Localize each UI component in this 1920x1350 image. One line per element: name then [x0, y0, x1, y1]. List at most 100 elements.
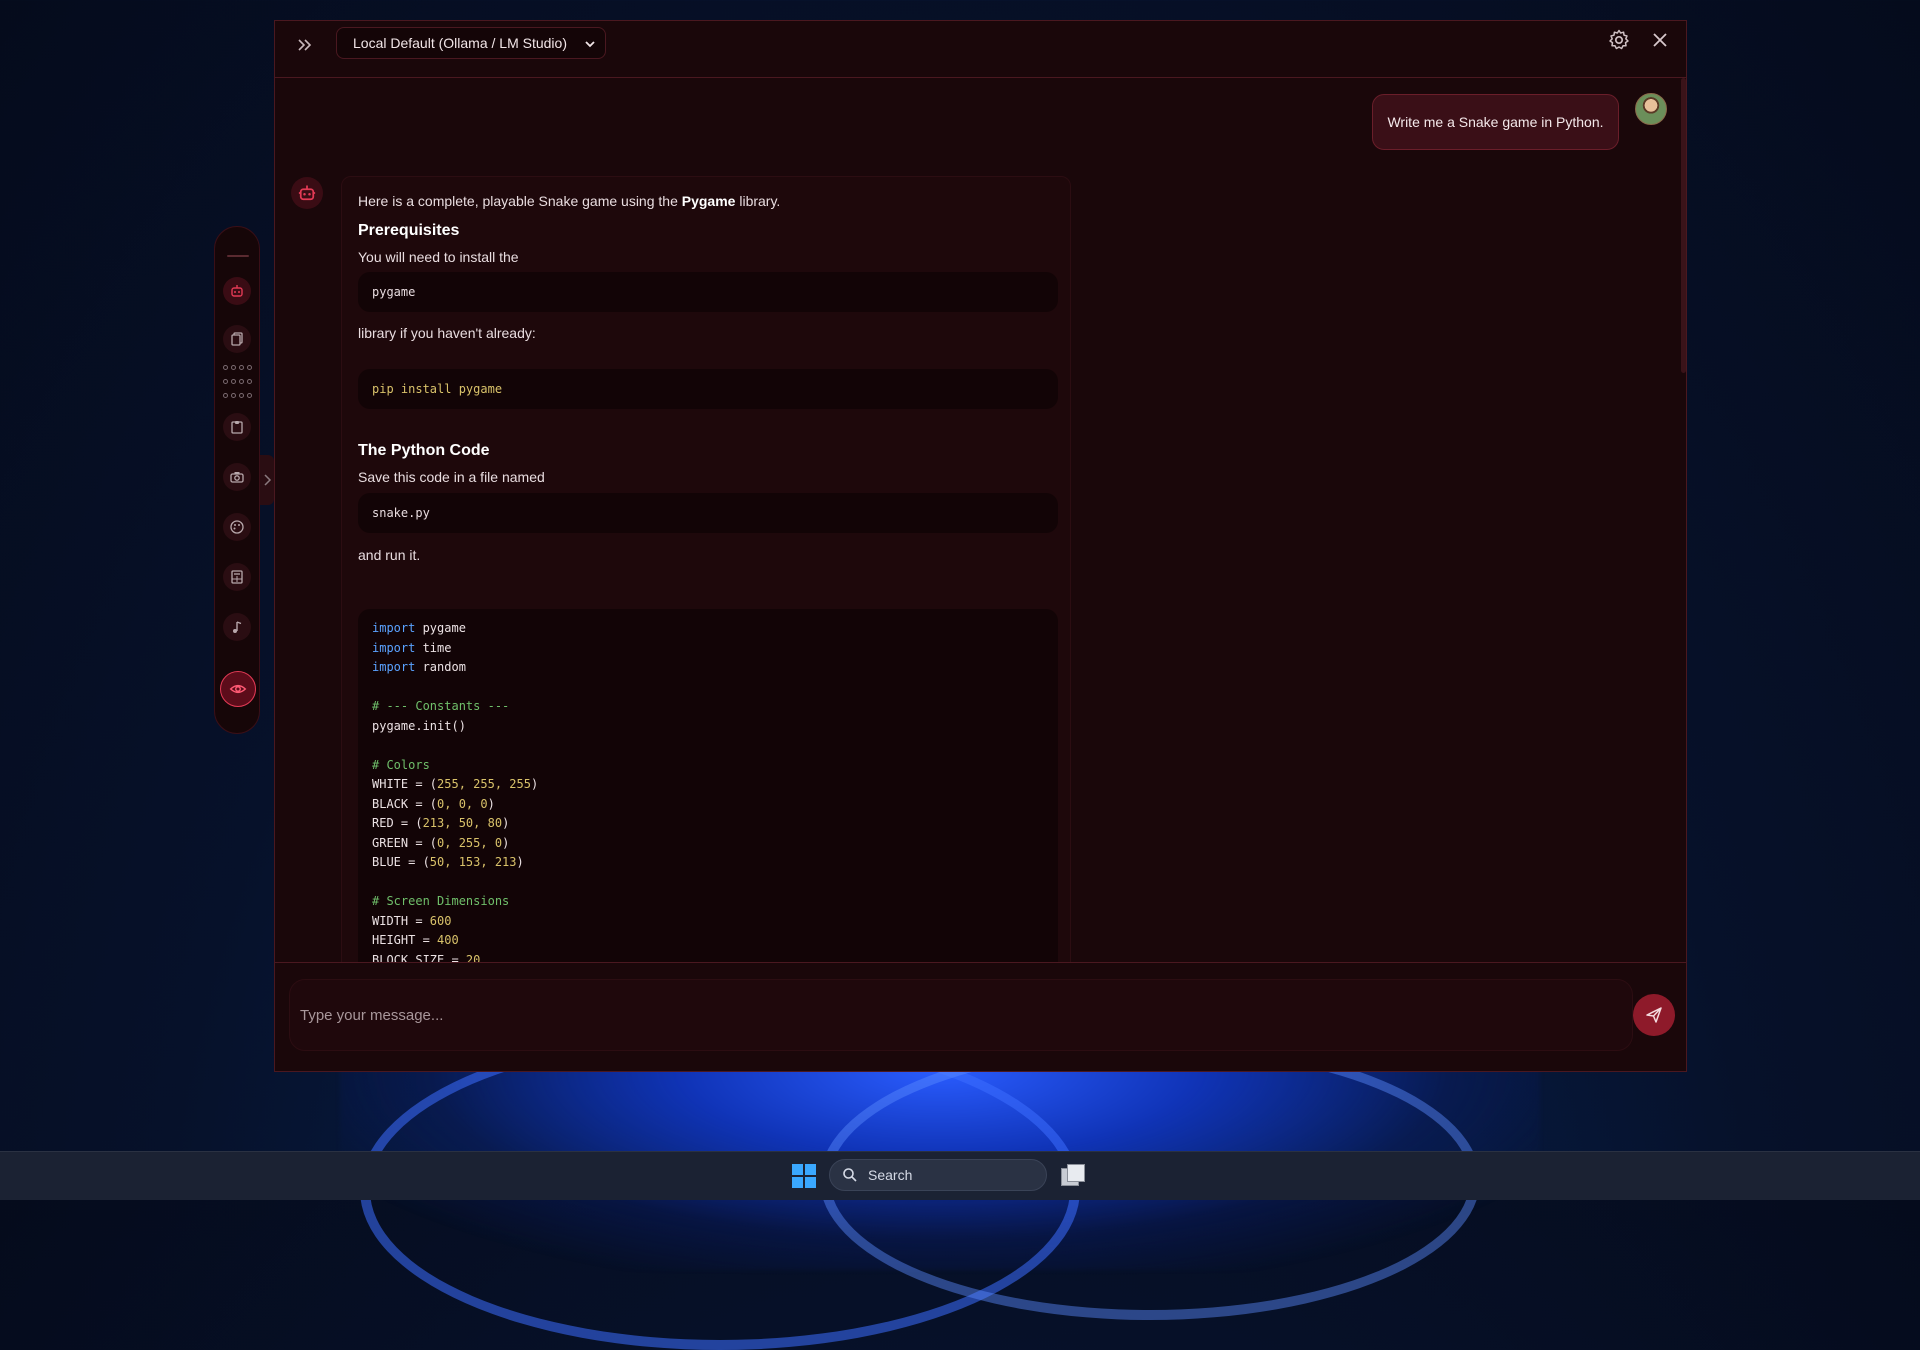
toolbar-expand-tab[interactable] [260, 455, 274, 505]
windows-start-icon[interactable] [792, 1164, 816, 1188]
code-line: BLOCK_SIZE = 20 [372, 951, 1044, 963]
intro-text-part: Here is a complete, playable Snake game … [358, 193, 682, 209]
code-line: WIDTH = 600 [372, 912, 1044, 932]
code-line: import random [372, 658, 1044, 678]
chat-history[interactable]: Write me a Snake game in Python. Here is… [275, 78, 1686, 962]
intro-bold: Pygame [681, 193, 736, 209]
code-token: BLOCK_SIZE = [372, 952, 466, 963]
calculator-icon [231, 570, 243, 584]
robot-icon [231, 285, 243, 297]
python-code-heading: The Python Code [358, 442, 490, 459]
taskbar-search-label: Search [868, 1167, 913, 1183]
close-button[interactable] [1649, 29, 1671, 51]
send-button[interactable] [1633, 994, 1675, 1036]
taskbar-search[interactable]: Search [829, 1159, 1047, 1191]
music-note-icon [233, 621, 242, 633]
vision-toggle-button[interactable] [220, 671, 256, 707]
send-icon [1646, 1007, 1662, 1023]
double-chevron-right-icon [298, 39, 312, 51]
code-snippet: pygame [358, 272, 1058, 312]
code-token: 600 [429, 913, 452, 928]
prereq-text: You will need to install the [358, 249, 519, 265]
code-token: random [415, 660, 466, 674]
code-line: # Colors [372, 756, 1044, 776]
assistant-avatar [291, 177, 323, 209]
message-input[interactable] [289, 979, 1633, 1051]
install-command-text: pip install pygame [372, 382, 503, 396]
scrollbar-thumb[interactable] [1681, 78, 1686, 373]
screenshot-tool-button[interactable] [223, 463, 251, 491]
code-token: ) [516, 855, 524, 869]
code-token: WHITE = ( [372, 777, 438, 791]
toolbar-grip[interactable] [227, 255, 249, 257]
theme-tool-button[interactable] [223, 513, 251, 541]
filename-snippet: snake.py [358, 493, 1058, 533]
user-message-bubble: Write me a Snake game in Python. [1372, 94, 1619, 150]
input-bar [275, 962, 1686, 1073]
chat-scrollbar[interactable] [1681, 78, 1686, 962]
code-line: WHITE = (255, 255, 255) [372, 775, 1044, 795]
code-line: GREEN = (0, 255, 0) [372, 834, 1044, 854]
code-token: # Screen Dimensions [372, 894, 510, 908]
robot-icon [298, 185, 316, 201]
code-token: pygame.init() [372, 718, 466, 733]
gear-icon [1609, 29, 1629, 50]
code-line: # --- Constants --- [372, 697, 1044, 717]
code-token: ) [487, 796, 495, 811]
palette-icon [230, 520, 244, 534]
run-text: and run it. [358, 547, 421, 563]
code-token: ) [530, 777, 539, 791]
code-token: 400 [437, 933, 459, 947]
user-avatar [1635, 93, 1667, 125]
code-token: 50, 153, 213 [429, 855, 517, 869]
code-line: # Screen Dimensions [372, 892, 1044, 912]
settings-button[interactable] [1607, 28, 1631, 52]
intro-text: Here is a complete, playable Snake game … [358, 193, 780, 209]
clipboard-icon [231, 421, 243, 434]
code-line: pygame.init() [372, 717, 1044, 737]
code-token: 0, 255, 0 [437, 835, 503, 850]
prereq-text-2: library if you haven't already: [358, 325, 536, 341]
music-tool-button[interactable] [223, 613, 251, 641]
install-command: pip install pygame [358, 369, 1058, 409]
chevron-right-icon [264, 474, 272, 486]
camera-icon [230, 472, 244, 483]
calculator-tool-button[interactable] [223, 563, 251, 591]
model-select[interactable]: Local Default (Ollama / LM Studio) [336, 27, 606, 59]
code-token: WIDTH = [372, 913, 430, 928]
python-code-block[interactable]: import pygame import time import random # … [358, 609, 1058, 962]
copy-tool-button[interactable] [223, 325, 251, 353]
user-message-text: Write me a Snake game in Python. [1387, 114, 1604, 130]
code-token: RED = ( [372, 816, 423, 830]
assistant-tool-button[interactable] [223, 277, 251, 305]
code-token: ) [502, 816, 510, 830]
code-line: import time [372, 639, 1044, 659]
code-token: time [415, 640, 452, 655]
model-select-value: Local Default (Ollama / LM Studio) [353, 35, 567, 51]
code-line: BLACK = (0, 0, 0) [372, 795, 1044, 815]
assistant-message: Here is a complete, playable Snake game … [341, 176, 1071, 962]
close-icon [1653, 33, 1667, 47]
expand-sidebar-button[interactable] [293, 33, 317, 57]
code-token: # Colors [372, 757, 430, 772]
code-token: GREEN = ( [372, 835, 438, 850]
code-token: 255, 255, 255 [437, 777, 531, 791]
grid-drag-handle[interactable] [223, 365, 255, 405]
code-line: RED = (213, 50, 80) [372, 814, 1044, 834]
window-header: Local Default (Ollama / LM Studio) [275, 21, 1686, 78]
chevron-down-icon [585, 41, 595, 48]
code-token: BLUE = ( [372, 855, 430, 869]
eye-icon [229, 684, 247, 694]
clipboard-tool-button[interactable] [223, 413, 251, 441]
code-token: pygame [415, 621, 466, 635]
task-view-icon[interactable] [1059, 1162, 1085, 1188]
code-line: import pygame [372, 619, 1044, 639]
prerequisites-heading: Prerequisites [358, 222, 460, 239]
side-toolbar [214, 226, 260, 734]
code-token: import [372, 640, 416, 655]
code-token: HEIGHT = [372, 933, 438, 947]
copy-icon [231, 332, 243, 346]
chat-window: Local Default (Ollama / LM Studio) Write… [274, 20, 1687, 1072]
save-text: Save this code in a file named [358, 469, 545, 485]
